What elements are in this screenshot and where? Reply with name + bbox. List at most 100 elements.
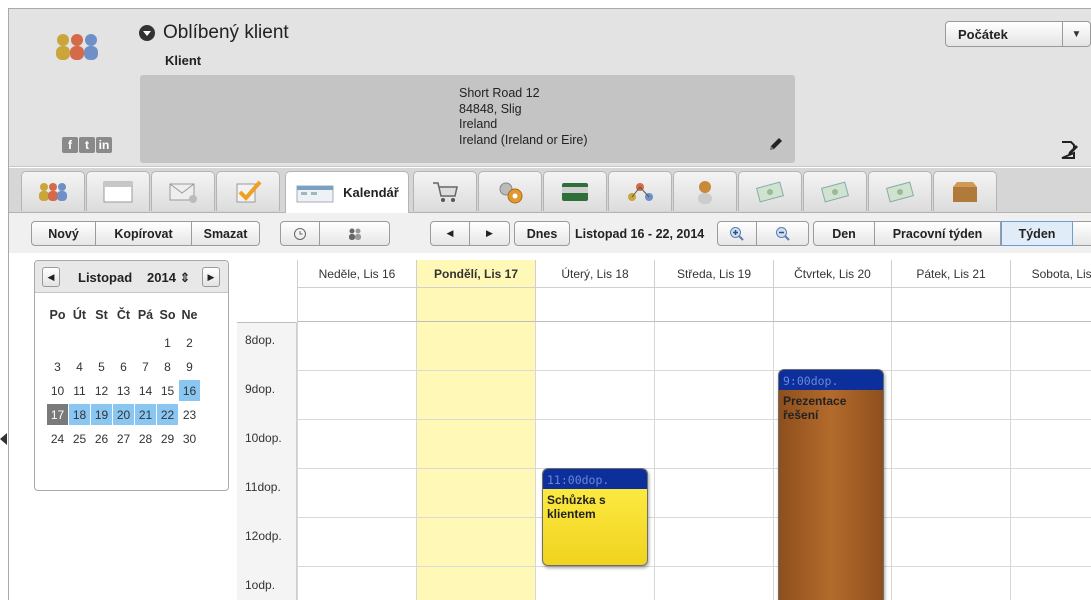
- day-cell[interactable]: 29: [157, 428, 178, 449]
- day-cell[interactable]: 1: [157, 332, 178, 353]
- day-cell-selected[interactable]: 20: [113, 404, 134, 425]
- tab-card[interactable]: [543, 171, 607, 211]
- month-view-button[interactable]: [1073, 221, 1091, 246]
- day-column[interactable]: [891, 322, 1010, 600]
- day-cell[interactable]: 4: [69, 356, 90, 377]
- today-button[interactable]: Dnes: [514, 221, 570, 246]
- day-header[interactable]: Pátek, Lis 21: [891, 260, 1010, 288]
- new-button[interactable]: Nový: [31, 221, 96, 246]
- day-cell[interactable]: 27: [113, 428, 134, 449]
- zoom-in-button[interactable]: [717, 221, 757, 246]
- day-cell-selected[interactable]: 16: [179, 380, 200, 401]
- day-cell[interactable]: 23: [179, 404, 200, 425]
- tab-settings[interactable]: [478, 171, 542, 211]
- hour-label: 10dop.: [245, 431, 282, 445]
- prev-week-button[interactable]: ◀: [430, 221, 470, 246]
- mini-next-month-button[interactable]: ▶: [202, 267, 220, 287]
- day-cell[interactable]: 13: [113, 380, 134, 401]
- day-cell[interactable]: 28: [135, 428, 156, 449]
- all-day-cell[interactable]: [297, 288, 416, 322]
- tab-calendar[interactable]: Kalendář: [285, 171, 409, 213]
- twitter-icon[interactable]: t: [79, 137, 95, 153]
- tab-contacts[interactable]: [21, 171, 85, 211]
- all-day-cell[interactable]: [1010, 288, 1091, 322]
- all-day-cell[interactable]: [891, 288, 1010, 322]
- window-icon: [103, 181, 133, 202]
- day-cell[interactable]: 30: [179, 428, 200, 449]
- day-view-button[interactable]: Den: [813, 221, 875, 246]
- clock-icon: [294, 227, 306, 240]
- tab-tasks[interactable]: [216, 171, 280, 211]
- day-header[interactable]: Čtvrtek, Lis 20: [773, 260, 891, 288]
- tab-person[interactable]: [673, 171, 737, 211]
- delete-button[interactable]: Smazat: [192, 221, 260, 246]
- money-icon: [820, 181, 850, 202]
- day-cell[interactable]: 14: [135, 380, 156, 401]
- day-column[interactable]: [297, 322, 416, 600]
- all-day-cell[interactable]: [773, 288, 891, 322]
- attendees-button[interactable]: [320, 221, 390, 246]
- edit-document-icon[interactable]: [1059, 140, 1079, 160]
- day-cell-selected[interactable]: 18: [69, 404, 90, 425]
- day-cell[interactable]: 9: [179, 356, 200, 377]
- copy-button[interactable]: Kopírovat: [96, 221, 192, 246]
- day-cell[interactable]: 24: [47, 428, 68, 449]
- tab-money-1[interactable]: [738, 171, 802, 211]
- chevron-down-icon[interactable]: [139, 25, 155, 41]
- mail-icon: [169, 183, 197, 203]
- mini-prev-month-button[interactable]: ◀: [42, 267, 60, 287]
- next-week-button[interactable]: ▶: [470, 221, 510, 246]
- clock-button[interactable]: [280, 221, 320, 246]
- start-select[interactable]: Počátek ▼: [945, 21, 1091, 47]
- day-cell-today[interactable]: 17: [47, 404, 68, 425]
- day-cell-selected[interactable]: 19: [91, 404, 112, 425]
- day-cell[interactable]: 5: [91, 356, 112, 377]
- pencil-icon[interactable]: [767, 135, 785, 153]
- day-cell: [91, 332, 112, 353]
- mini-month-label[interactable]: Listopad: [78, 270, 132, 285]
- work-week-view-button[interactable]: Pracovní týden: [875, 221, 1001, 246]
- day-cell-selected[interactable]: 22: [157, 404, 178, 425]
- calendar-event[interactable]: 9:00dop. Prezentace řešení: [778, 369, 884, 600]
- day-cell[interactable]: 6: [113, 356, 134, 377]
- day-header[interactable]: Sobota, Lis 22: [1010, 260, 1091, 288]
- all-day-cell-today[interactable]: [416, 288, 535, 322]
- week-view-button[interactable]: Týden: [1001, 221, 1073, 246]
- day-cell[interactable]: 3: [47, 356, 68, 377]
- tab-money-2[interactable]: [803, 171, 867, 211]
- day-column[interactable]: [654, 322, 773, 600]
- day-cell[interactable]: 8: [157, 356, 178, 377]
- week-row: 24 25 26 27 28 29 30: [47, 428, 201, 449]
- chevron-down-icon[interactable]: ▼: [1062, 22, 1090, 46]
- tab-network[interactable]: [608, 171, 672, 211]
- collapse-panel-arrow-icon[interactable]: [0, 433, 7, 445]
- day-cell[interactable]: 10: [47, 380, 68, 401]
- linkedin-icon[interactable]: in: [96, 137, 112, 153]
- day-cell[interactable]: 11: [69, 380, 90, 401]
- day-header[interactable]: Středa, Lis 19: [654, 260, 773, 288]
- day-header[interactable]: Neděle, Lis 16: [297, 260, 416, 288]
- day-cell-selected[interactable]: 21: [135, 404, 156, 425]
- day-cell[interactable]: 7: [135, 356, 156, 377]
- day-header[interactable]: Úterý, Lis 18: [535, 260, 654, 288]
- day-cell[interactable]: 25: [69, 428, 90, 449]
- tab-box[interactable]: [933, 171, 997, 211]
- day-cell[interactable]: 15: [157, 380, 178, 401]
- tab-cart[interactable]: [413, 171, 477, 211]
- mini-year-select[interactable]: 2014 ⇕: [147, 270, 190, 286]
- calendar-event[interactable]: 11:00dop. Schůzka s klientem: [542, 468, 648, 566]
- tab-mail[interactable]: [151, 171, 215, 211]
- tab-window[interactable]: [86, 171, 150, 211]
- day-cell[interactable]: 26: [91, 428, 112, 449]
- client-title-row[interactable]: Oblíbený klient: [139, 22, 289, 44]
- all-day-cell[interactable]: [654, 288, 773, 322]
- day-column[interactable]: [1010, 322, 1091, 600]
- day-cell[interactable]: 12: [91, 380, 112, 401]
- facebook-icon[interactable]: f: [62, 137, 78, 153]
- day-column-today[interactable]: [416, 322, 535, 600]
- tab-money-3[interactable]: [868, 171, 932, 211]
- day-header-today[interactable]: Pondělí, Lis 17: [416, 260, 535, 288]
- all-day-cell[interactable]: [535, 288, 654, 322]
- day-cell[interactable]: 2: [179, 332, 200, 353]
- zoom-out-button[interactable]: [757, 221, 809, 246]
